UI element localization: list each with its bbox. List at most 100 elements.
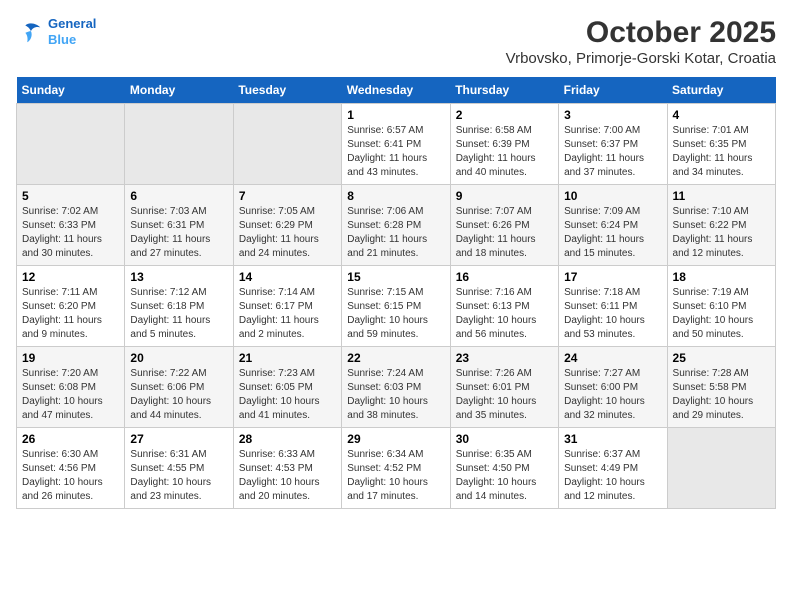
day-number: 29 — [347, 432, 444, 446]
day-number: 18 — [673, 270, 770, 284]
header-wednesday: Wednesday — [342, 77, 450, 104]
day-info: Sunrise: 7:11 AM Sunset: 6:20 PM Dayligh… — [22, 286, 119, 342]
calendar-cell: 15 Sunrise: 7:15 AM Sunset: 6:15 PM Dayli… — [342, 266, 450, 347]
header-tuesday: Tuesday — [233, 77, 341, 104]
logo-icon — [16, 18, 44, 46]
day-info: Sunrise: 7:24 AM Sunset: 6:03 PM Dayligh… — [347, 367, 444, 423]
day-info: Sunrise: 7:23 AM Sunset: 6:05 PM Dayligh… — [239, 367, 336, 423]
calendar-cell: 1 Sunrise: 6:57 AM Sunset: 6:41 PM Daylig… — [342, 104, 450, 185]
day-number: 14 — [239, 270, 336, 284]
calendar-week-2: 5Sunrise: 7:02 AM Sunset: 6:33 PM Daylig… — [17, 185, 776, 266]
day-number: 6 — [130, 189, 227, 203]
title-block: October 2025 Vrbovsko, Primorje-Gorski K… — [506, 16, 776, 67]
day-number: 28 — [239, 432, 336, 446]
calendar-cell: 14 Sunrise: 7:14 AM Sunset: 6:17 PM Dayli… — [233, 266, 341, 347]
calendar-cell: 13Sunrise: 7:12 AM Sunset: 6:18 PM Dayli… — [125, 266, 233, 347]
calendar-cell — [233, 104, 341, 185]
calendar-cell: 23Sunrise: 7:26 AM Sunset: 6:01 PM Dayli… — [450, 347, 558, 428]
calendar-cell: 28 Sunrise: 6:33 AM Sunset: 4:53 PM Dayli… — [233, 428, 341, 509]
day-info: Sunrise: 6:57 AM Sunset: 6:41 PM Dayligh… — [347, 124, 444, 180]
day-number: 24 — [564, 351, 661, 365]
day-info: Sunrise: 7:14 AM Sunset: 6:17 PM Dayligh… — [239, 286, 336, 342]
calendar-cell: 21 Sunrise: 7:23 AM Sunset: 6:05 PM Dayli… — [233, 347, 341, 428]
day-info: Sunrise: 7:10 AM Sunset: 6:22 PM Dayligh… — [673, 205, 770, 261]
day-number: 3 — [564, 108, 661, 122]
header-monday: Monday — [125, 77, 233, 104]
day-info: Sunrise: 7:02 AM Sunset: 6:33 PM Dayligh… — [22, 205, 119, 261]
calendar-cell: 22 Sunrise: 7:24 AM Sunset: 6:03 PM Dayli… — [342, 347, 450, 428]
day-info: Sunrise: 6:31 AM Sunset: 4:55 PM Dayligh… — [130, 448, 227, 504]
day-number: 21 — [239, 351, 336, 365]
day-info: Sunrise: 7:18 AM Sunset: 6:11 PM Dayligh… — [564, 286, 661, 342]
day-number: 2 — [456, 108, 553, 122]
calendar-week-5: 26 Sunrise: 6:30 AM Sunset: 4:56 PM Dayli… — [17, 428, 776, 509]
day-number: 26 — [22, 432, 119, 446]
calendar-cell: 6 Sunrise: 7:03 AM Sunset: 6:31 PM Daylig… — [125, 185, 233, 266]
calendar-week-4: 19Sunrise: 7:20 AM Sunset: 6:08 PM Dayli… — [17, 347, 776, 428]
calendar-cell — [667, 428, 775, 509]
day-info: Sunrise: 7:00 AM Sunset: 6:37 PM Dayligh… — [564, 124, 661, 180]
calendar-cell: 26 Sunrise: 6:30 AM Sunset: 4:56 PM Dayli… — [17, 428, 125, 509]
day-number: 15 — [347, 270, 444, 284]
day-info: Sunrise: 6:37 AM Sunset: 4:49 PM Dayligh… — [564, 448, 661, 504]
calendar-header-row: SundayMondayTuesdayWednesdayThursdayFrid… — [17, 77, 776, 104]
day-number: 31 — [564, 432, 661, 446]
calendar-cell: 31 Sunrise: 6:37 AM Sunset: 4:49 PM Dayli… — [559, 428, 667, 509]
day-info: Sunrise: 7:20 AM Sunset: 6:08 PM Dayligh… — [22, 367, 119, 423]
day-info: Sunrise: 6:33 AM Sunset: 4:53 PM Dayligh… — [239, 448, 336, 504]
day-number: 7 — [239, 189, 336, 203]
day-number: 9 — [456, 189, 553, 203]
calendar-cell: 5Sunrise: 7:02 AM Sunset: 6:33 PM Daylig… — [17, 185, 125, 266]
calendar-cell: 4 Sunrise: 7:01 AM Sunset: 6:35 PM Daylig… — [667, 104, 775, 185]
calendar-cell: 16Sunrise: 7:16 AM Sunset: 6:13 PM Dayli… — [450, 266, 558, 347]
day-number: 1 — [347, 108, 444, 122]
day-info: Sunrise: 7:07 AM Sunset: 6:26 PM Dayligh… — [456, 205, 553, 261]
calendar-cell: 7Sunrise: 7:05 AM Sunset: 6:29 PM Daylig… — [233, 185, 341, 266]
calendar-cell: 25Sunrise: 7:28 AM Sunset: 5:58 PM Dayli… — [667, 347, 775, 428]
calendar-cell: 29 Sunrise: 6:34 AM Sunset: 4:52 PM Dayli… — [342, 428, 450, 509]
header-saturday: Saturday — [667, 77, 775, 104]
calendar-cell — [125, 104, 233, 185]
day-info: Sunrise: 6:58 AM Sunset: 6:39 PM Dayligh… — [456, 124, 553, 180]
calendar-week-3: 12 Sunrise: 7:11 AM Sunset: 6:20 PM Dayli… — [17, 266, 776, 347]
day-info: Sunrise: 7:01 AM Sunset: 6:35 PM Dayligh… — [673, 124, 770, 180]
day-number: 11 — [673, 189, 770, 203]
calendar-cell: 2 Sunrise: 6:58 AM Sunset: 6:39 PM Daylig… — [450, 104, 558, 185]
day-info: Sunrise: 6:30 AM Sunset: 4:56 PM Dayligh… — [22, 448, 119, 504]
day-info: Sunrise: 7:03 AM Sunset: 6:31 PM Dayligh… — [130, 205, 227, 261]
calendar-cell — [17, 104, 125, 185]
day-info: Sunrise: 7:28 AM Sunset: 5:58 PM Dayligh… — [673, 367, 770, 423]
calendar-cell: 10 Sunrise: 7:09 AM Sunset: 6:24 PM Dayli… — [559, 185, 667, 266]
page-header: General Blue October 2025 Vrbovsko, Prim… — [16, 16, 776, 67]
logo: General Blue — [16, 16, 96, 47]
day-number: 8 — [347, 189, 444, 203]
calendar-cell: 8 Sunrise: 7:06 AM Sunset: 6:28 PM Daylig… — [342, 185, 450, 266]
location-subtitle: Vrbovsko, Primorje-Gorski Kotar, Croatia — [506, 50, 776, 67]
day-number: 17 — [564, 270, 661, 284]
day-number: 4 — [673, 108, 770, 122]
calendar-cell: 27Sunrise: 6:31 AM Sunset: 4:55 PM Dayli… — [125, 428, 233, 509]
calendar-table: SundayMondayTuesdayWednesdayThursdayFrid… — [16, 77, 776, 509]
month-title: October 2025 — [506, 16, 776, 50]
day-number: 12 — [22, 270, 119, 284]
calendar-cell: 11 Sunrise: 7:10 AM Sunset: 6:22 PM Dayli… — [667, 185, 775, 266]
calendar-week-1: 1 Sunrise: 6:57 AM Sunset: 6:41 PM Daylig… — [17, 104, 776, 185]
calendar-cell: 20Sunrise: 7:22 AM Sunset: 6:06 PM Dayli… — [125, 347, 233, 428]
day-info: Sunrise: 6:34 AM Sunset: 4:52 PM Dayligh… — [347, 448, 444, 504]
day-info: Sunrise: 7:22 AM Sunset: 6:06 PM Dayligh… — [130, 367, 227, 423]
calendar-cell: 30Sunrise: 6:35 AM Sunset: 4:50 PM Dayli… — [450, 428, 558, 509]
day-info: Sunrise: 7:15 AM Sunset: 6:15 PM Dayligh… — [347, 286, 444, 342]
day-info: Sunrise: 7:16 AM Sunset: 6:13 PM Dayligh… — [456, 286, 553, 342]
calendar-cell: 3 Sunrise: 7:00 AM Sunset: 6:37 PM Daylig… — [559, 104, 667, 185]
calendar-cell: 9 Sunrise: 7:07 AM Sunset: 6:26 PM Daylig… — [450, 185, 558, 266]
day-number: 13 — [130, 270, 227, 284]
calendar-cell: 24Sunrise: 7:27 AM Sunset: 6:00 PM Dayli… — [559, 347, 667, 428]
day-number: 22 — [347, 351, 444, 365]
header-friday: Friday — [559, 77, 667, 104]
day-number: 10 — [564, 189, 661, 203]
calendar-cell: 17 Sunrise: 7:18 AM Sunset: 6:11 PM Dayli… — [559, 266, 667, 347]
day-number: 30 — [456, 432, 553, 446]
day-info: Sunrise: 7:26 AM Sunset: 6:01 PM Dayligh… — [456, 367, 553, 423]
day-info: Sunrise: 7:09 AM Sunset: 6:24 PM Dayligh… — [564, 205, 661, 261]
day-info: Sunrise: 7:06 AM Sunset: 6:28 PM Dayligh… — [347, 205, 444, 261]
